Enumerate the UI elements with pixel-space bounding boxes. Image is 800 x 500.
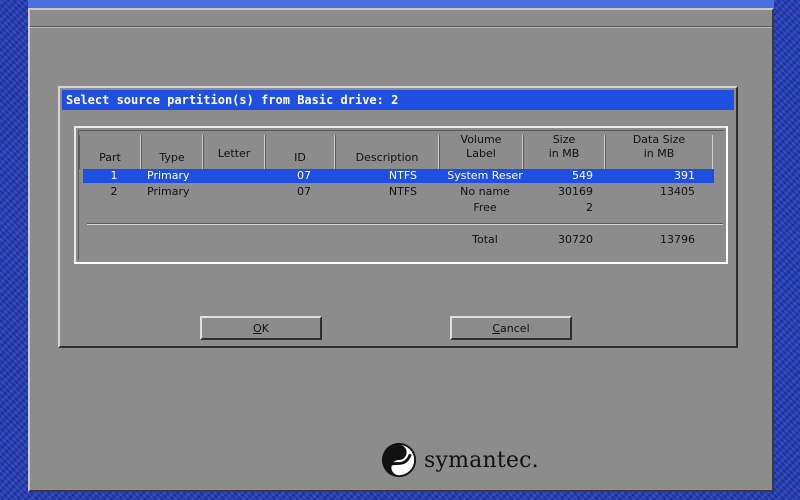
total-separator [87, 223, 723, 225]
header-size-line1: Size [552, 133, 576, 146]
row2-size: 30169 [558, 185, 593, 198]
select-partition-dialog: Select source partition(s) from Basic dr… [58, 86, 738, 348]
ok-accelerator: O [253, 322, 262, 335]
partition-row-1[interactable]: 1 Primary 07 NTFS System Reser 549 391 [83, 169, 714, 183]
row2-type: Primary [147, 185, 190, 198]
free-space-row: Free 2 [83, 201, 714, 215]
row2-label: No name [460, 185, 510, 198]
row2-letter [207, 185, 269, 199]
header-data-size: Data Size in MB [605, 133, 713, 165]
header-part: Part [99, 151, 121, 164]
row1-id: 07 [297, 169, 311, 182]
dialog-title: Select source partition(s) from Basic dr… [62, 90, 734, 110]
header-size: Size in MB [523, 133, 605, 165]
total-row: Total 30720 13796 [83, 233, 714, 247]
row1-data-size: 391 [674, 169, 695, 182]
header-id: ID [294, 151, 306, 164]
row1-letter [207, 169, 269, 183]
header-letter: Letter [217, 147, 251, 160]
symantec-logo: symantec. [380, 440, 539, 480]
row2-description: NTFS [388, 185, 417, 198]
cancel-accelerator: C [492, 322, 501, 335]
ok-button[interactable]: OK [200, 316, 322, 340]
header-volume-label: Volume Label [439, 133, 523, 165]
header-description: Description [355, 151, 419, 164]
symantec-logo-text: symantec. [424, 447, 539, 473]
row2-part: 2 [110, 185, 118, 198]
cancel-label-rest: ancel [500, 322, 530, 335]
window-divider [30, 26, 772, 28]
symantec-logo-icon [381, 442, 417, 478]
row1-part: 1 [110, 169, 118, 182]
partition-table: Part Type Letter ID Description Volume L… [74, 126, 728, 264]
row1-label: System Reser [447, 169, 523, 182]
row1-description: NTFS [388, 169, 417, 182]
header-volume-label-line2: Label [466, 147, 496, 160]
partition-row-2[interactable]: 2 Primary 07 NTFS No name 30169 13405 [83, 185, 714, 199]
header-volume-label-line1: Volume [460, 133, 502, 146]
free-size: 2 [586, 201, 593, 214]
row1-type: Primary [147, 169, 190, 182]
header-type: Type [159, 151, 185, 164]
total-size: 30720 [558, 233, 593, 246]
ok-label-rest: K [261, 322, 269, 335]
cancel-button[interactable]: Cancel [450, 316, 572, 340]
header-data-size-line1: Data Size [632, 133, 686, 146]
total-label: Total [472, 233, 498, 246]
free-label: Free [473, 201, 497, 214]
row2-data-size: 13405 [660, 185, 695, 198]
row1-size: 549 [572, 169, 593, 182]
header-size-line2: in MB [548, 147, 580, 160]
row2-id: 07 [297, 185, 311, 198]
header-data-size-line2: in MB [643, 147, 675, 160]
partition-table-inner: Part Type Letter ID Description Volume L… [78, 130, 724, 260]
total-data-size: 13796 [660, 233, 695, 246]
